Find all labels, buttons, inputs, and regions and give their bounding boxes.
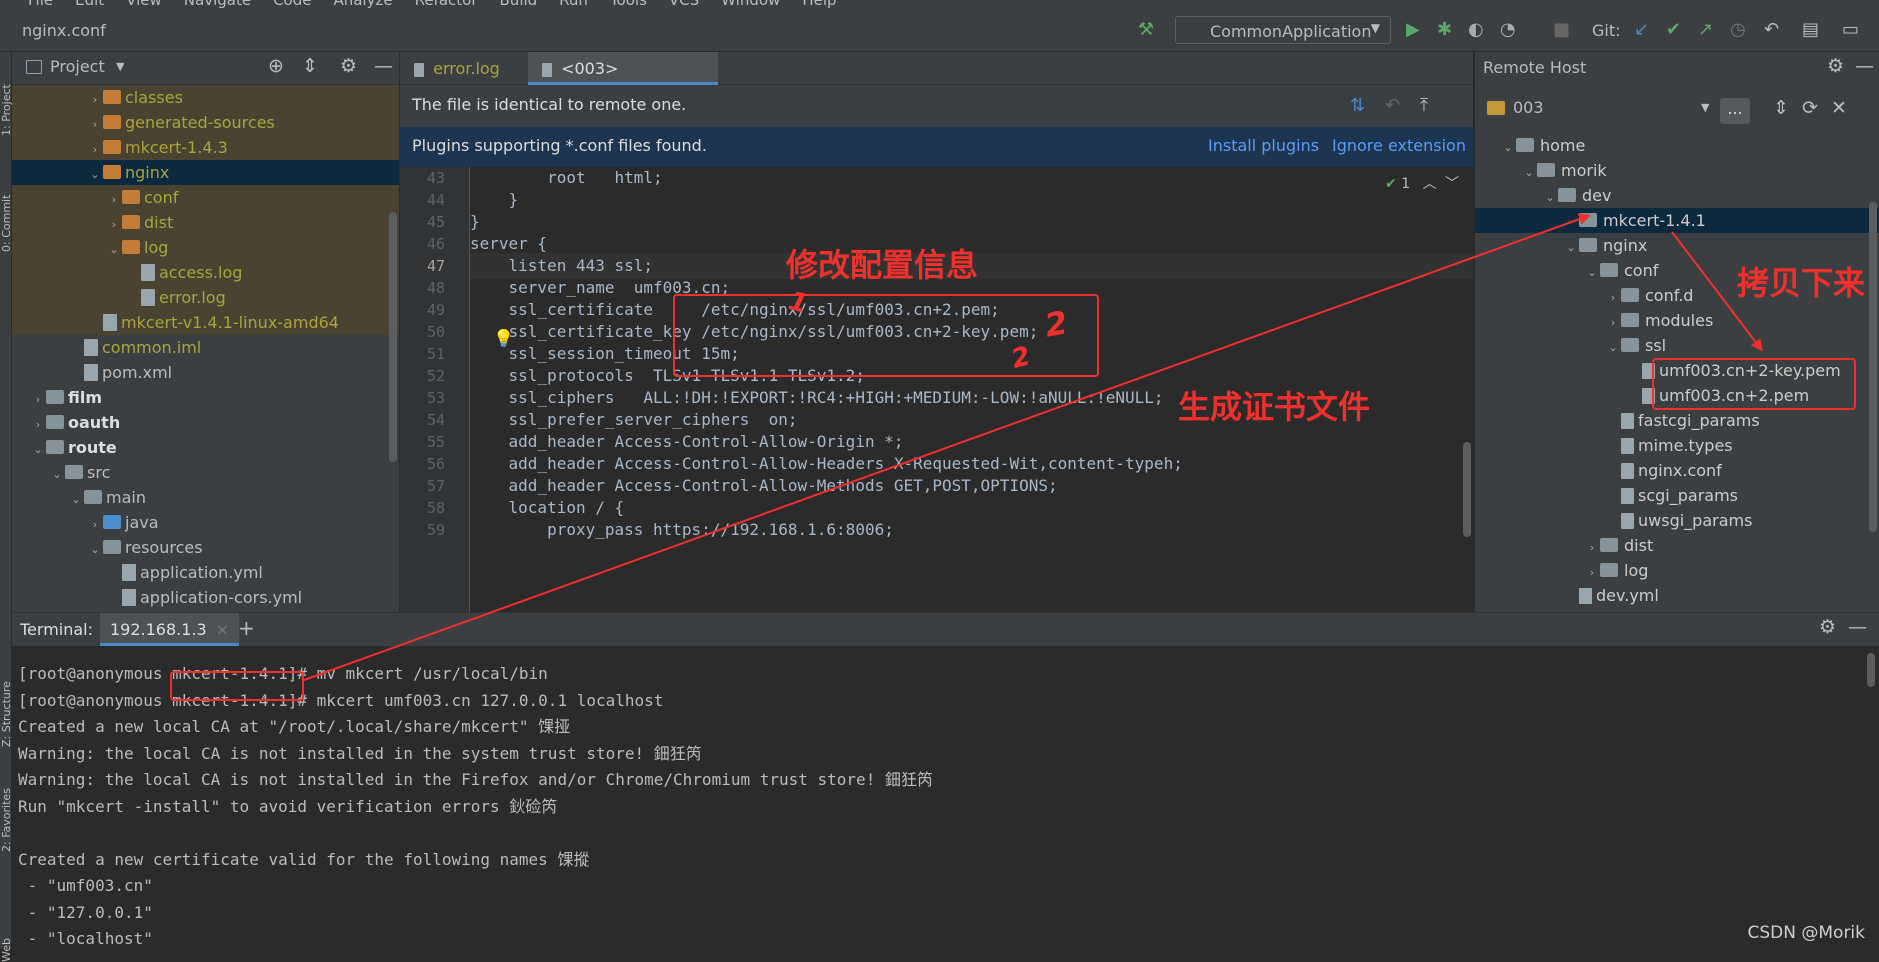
arrow-terminal-to-remote [304,216,1588,680]
watermark: CSDN @Morik [1748,923,1866,943]
annotation-arrows [0,0,1879,949]
arrow-mkcert-to-pem [1672,232,1761,349]
